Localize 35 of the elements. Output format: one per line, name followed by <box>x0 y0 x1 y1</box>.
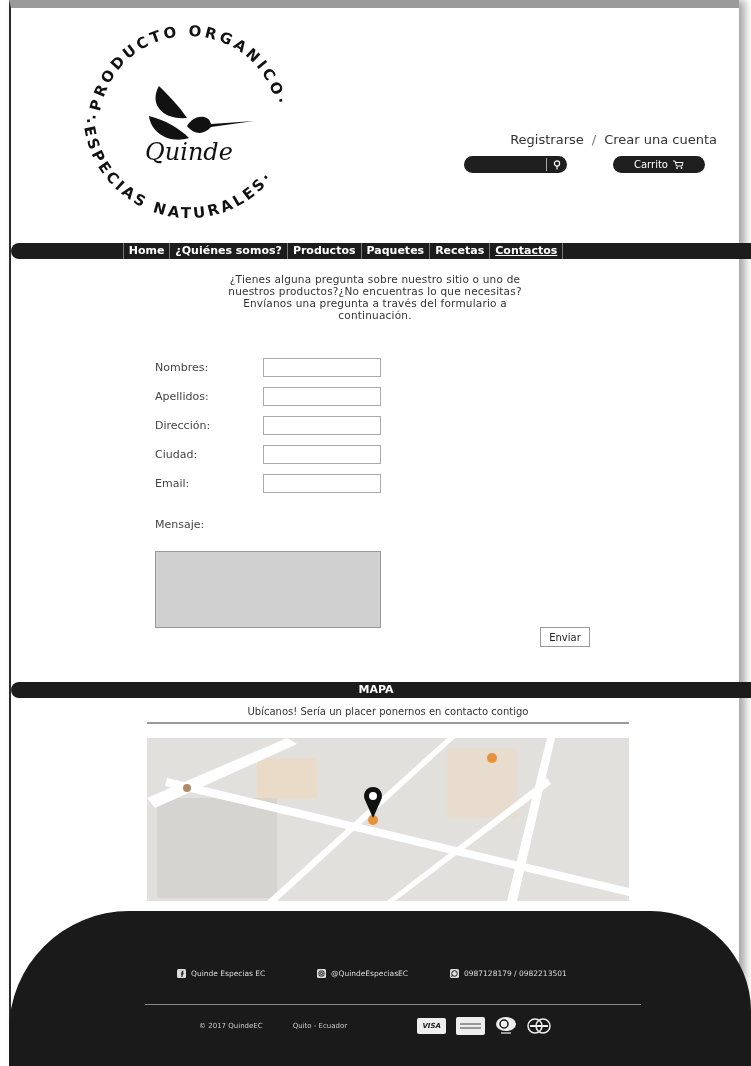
create-account-link[interactable]: Crear una cuenta <box>604 132 717 147</box>
cart-icon <box>673 160 684 169</box>
message-field[interactable] <box>155 551 381 628</box>
card-icon <box>456 1017 486 1035</box>
section-title: MAPA <box>358 682 394 698</box>
nav-link[interactable]: Recetas <box>429 243 490 259</box>
field-label: Nombres: <box>155 361 210 374</box>
section-subtitle: Ubícanos! Sería un placer ponernos en contacto contigo <box>147 706 629 724</box>
nav-link[interactable]: Home <box>122 243 170 259</box>
intro-text: ¿Tienes alguna pregunta sobre nuestro sitio o uno de nuestros productos?¿No encuentras lo que necesitas? Envíanos una pregunta a través del formulario a continuación. <box>227 273 523 321</box>
mastercard-icon <box>527 1018 552 1034</box>
input-field[interactable] <box>263 445 381 464</box>
diners-card-icon <box>495 1017 518 1035</box>
instagram-icon <box>317 969 326 978</box>
cart-button[interactable]: Carrito <box>613 156 705 173</box>
whatsapp-icon <box>450 969 459 978</box>
nav-link[interactable]: Contactos <box>489 243 564 259</box>
input-field[interactable] <box>263 416 381 435</box>
register-link[interactable]: Registrarse <box>510 132 584 147</box>
input-field[interactable] <box>263 474 381 493</box>
search-icon[interactable] <box>553 159 561 170</box>
field-label: Email: <box>155 477 191 490</box>
field-label: Dirección: <box>155 419 212 432</box>
separator-text: / <box>591 132 597 147</box>
input-field[interactable] <box>263 387 381 406</box>
input-field[interactable] <box>263 358 381 377</box>
nav-link[interactable]: Productos <box>286 243 361 259</box>
facebook-icon <box>177 969 186 978</box>
search-field[interactable] <box>464 156 567 173</box>
submit-button[interactable]: Enviar <box>540 627 590 647</box>
field-label: Mensaje: <box>155 518 206 531</box>
nav-link[interactable]: Paquetes <box>360 243 430 259</box>
nav-link[interactable]: ¿Quiénes somos? <box>169 243 287 259</box>
field-label: Apellidos: <box>155 390 210 403</box>
field-label: Ciudad: <box>155 448 199 461</box>
